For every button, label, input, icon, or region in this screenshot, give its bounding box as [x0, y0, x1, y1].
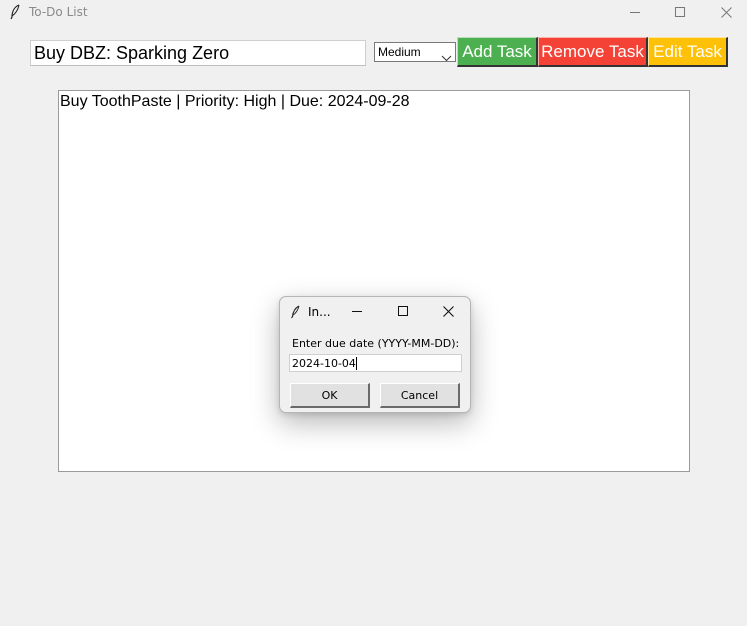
close-button[interactable]	[703, 0, 747, 24]
minimize-icon	[630, 12, 640, 13]
ok-button[interactable]: OK	[290, 383, 370, 408]
window-title: To-Do List	[29, 5, 88, 19]
task-list[interactable]: Buy ToothPaste | Priority: High | Due: 2…	[58, 90, 690, 472]
text-caret	[355, 357, 357, 370]
cancel-button[interactable]: Cancel	[380, 383, 460, 408]
edit-task-button[interactable]: Edit Task	[648, 37, 728, 67]
maximize-icon	[675, 7, 685, 17]
dialog-maximize-button[interactable]	[396, 304, 410, 318]
due-date-prompt: Enter due date (YYYY-MM-DD):	[292, 337, 460, 350]
dialog-close-button[interactable]	[441, 304, 455, 318]
due-date-value: 2024-10-04	[292, 357, 356, 370]
maximize-button[interactable]	[657, 0, 703, 24]
minimize-button[interactable]	[612, 0, 658, 24]
maximize-icon	[398, 306, 408, 316]
task-input[interactable]: Buy DBZ: Sparking Zero	[30, 40, 366, 66]
add-task-button[interactable]: Add Task	[457, 37, 538, 67]
remove-task-button[interactable]: Remove Task	[538, 37, 648, 67]
priority-selected-value: Medium	[378, 45, 421, 59]
feather-icon	[290, 304, 300, 319]
minimize-icon	[352, 311, 362, 312]
due-date-input[interactable]: 2024-10-04	[289, 354, 462, 372]
chevron-down-icon	[441, 48, 452, 62]
dialog-title: In...	[308, 305, 331, 319]
title-bar[interactable]: To-Do List	[0, 0, 747, 24]
feather-icon	[9, 4, 21, 20]
priority-dropdown[interactable]: Medium	[374, 42, 456, 62]
dialog-minimize-button[interactable]	[350, 304, 364, 318]
list-item[interactable]: Buy ToothPaste | Priority: High | Due: 2…	[60, 92, 410, 111]
close-icon	[720, 6, 732, 18]
close-icon	[442, 305, 454, 317]
due-date-dialog[interactable]: In... Enter due date (YYYY-MM-DD): 2024-…	[279, 296, 471, 413]
